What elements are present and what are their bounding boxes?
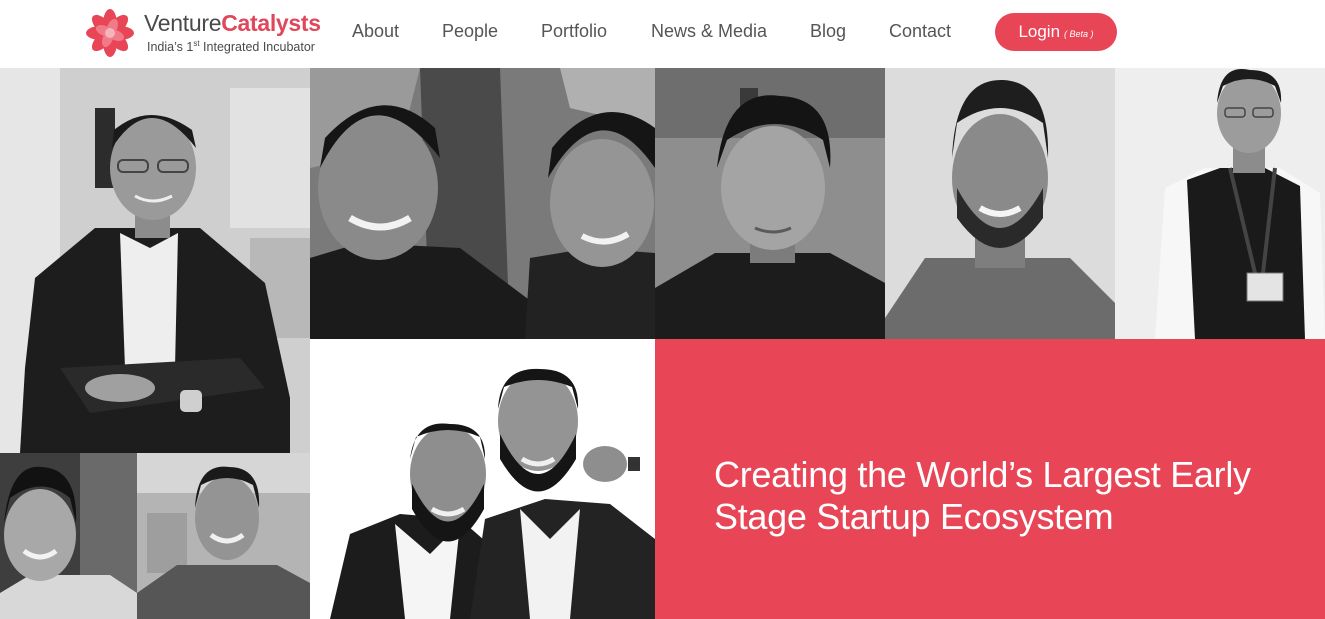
login-label: Login (1018, 22, 1061, 41)
hero-banner: Creating the World’s Largest Early Stage… (655, 339, 1325, 619)
photo-person-suit-arms-crossed (0, 68, 310, 453)
photo-man-vest-id-badge (1115, 68, 1325, 339)
brand-logo[interactable]: VentureCatalysts India’s 1st Integrated … (84, 7, 344, 59)
hero-headline-line1: Creating the World’s Largest Early (714, 454, 1251, 495)
photo-two-men-smiling-tree (310, 68, 655, 339)
photo-man-smiling-office (137, 453, 310, 619)
photo-man-bearded-smiling (885, 68, 1115, 339)
nav-news-media[interactable]: News & Media (651, 21, 767, 42)
brand-tagline: India’s 1st Integrated Incubator (147, 39, 315, 55)
nav-about[interactable]: About (352, 21, 399, 42)
photo-two-bearded-men-suits (310, 339, 655, 619)
lotus-logo-icon (86, 9, 134, 57)
nav-people[interactable]: People (442, 21, 498, 42)
nav-portfolio[interactable]: Portfolio (541, 21, 607, 42)
photo-man-dark-tshirt (655, 68, 885, 339)
nav-contact[interactable]: Contact (889, 21, 951, 42)
nav-blog[interactable]: Blog (810, 21, 846, 42)
login-button[interactable]: Login ( Beta ) (995, 13, 1117, 51)
hero-headline: Creating the World’s Largest Early Stage… (714, 454, 1314, 538)
site-header: VentureCatalysts India’s 1st Integrated … (0, 0, 1325, 68)
hero-headline-line2: Stage Startup Ecosystem (714, 496, 1114, 537)
brand-name: VentureCatalysts (144, 10, 321, 36)
beta-badge: ( Beta ) (1064, 29, 1094, 39)
photo-young-man-smiling (0, 453, 137, 619)
